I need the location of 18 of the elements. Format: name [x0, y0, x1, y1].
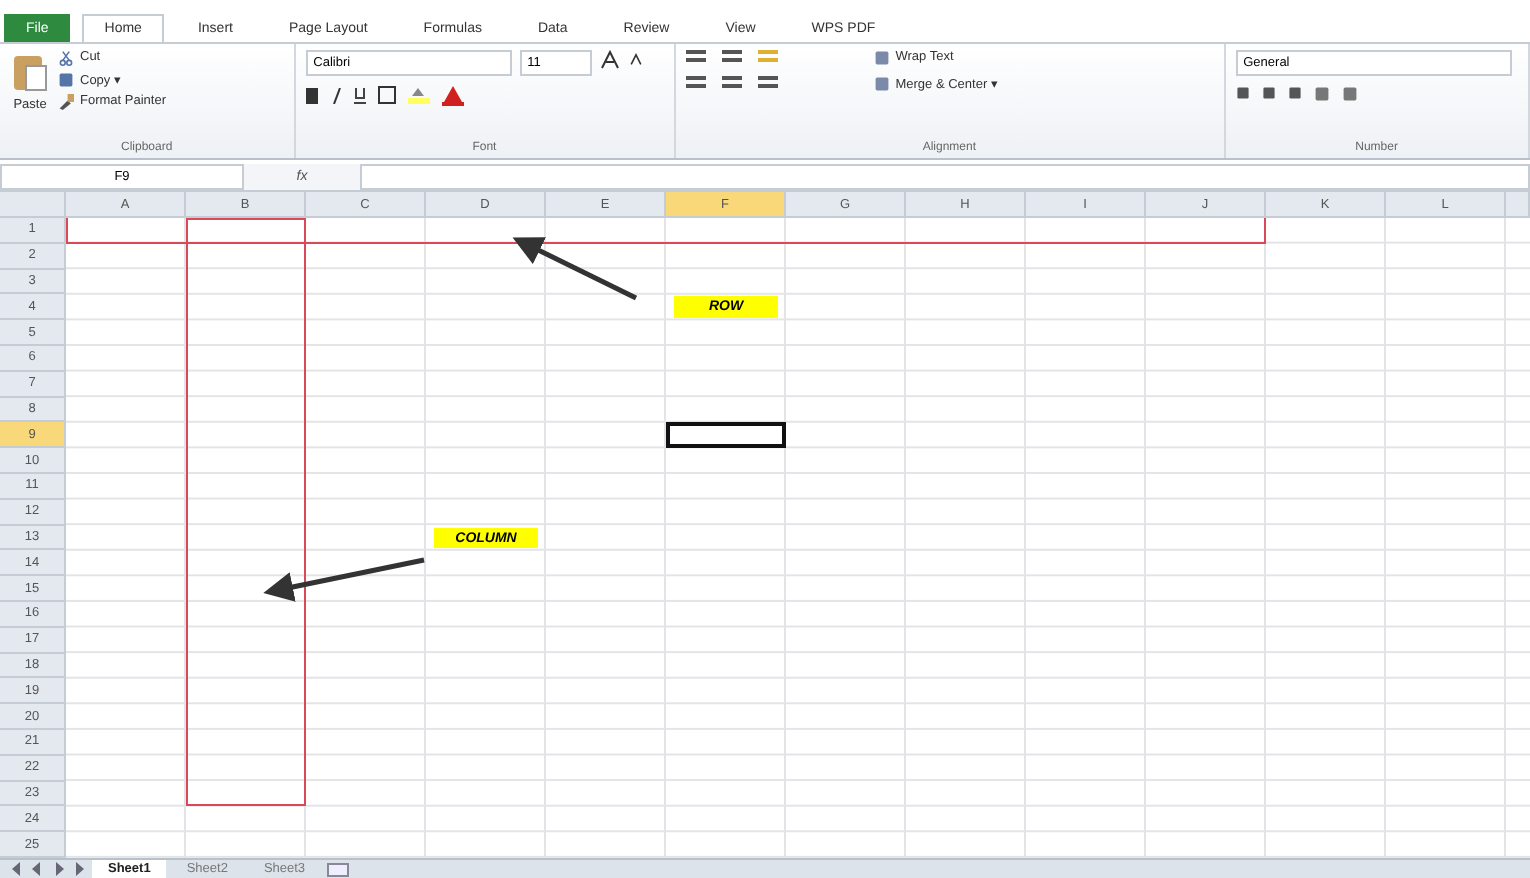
new-sheet-icon[interactable]	[325, 861, 350, 877]
align-icon[interactable]	[721, 49, 742, 66]
fill-color-icon[interactable]	[407, 86, 430, 105]
scissors-icon	[58, 49, 74, 66]
active-cell[interactable]	[666, 422, 786, 449]
underline-icon[interactable]	[353, 87, 366, 104]
align-icon[interactable]	[685, 49, 706, 66]
italic-icon[interactable]	[331, 87, 342, 104]
brush-icon	[58, 93, 74, 110]
formula-bar-field[interactable]	[360, 164, 1530, 191]
align-icon[interactable]	[757, 75, 778, 92]
sheet-navigation-icon[interactable]	[8, 862, 88, 876]
font-color-icon[interactable]	[441, 85, 464, 106]
arrow	[512, 237, 638, 301]
align-icon[interactable]	[685, 75, 706, 92]
grow-font-icon	[599, 49, 620, 70]
align-icon[interactable]	[721, 75, 742, 92]
border-icon[interactable]	[377, 86, 396, 105]
